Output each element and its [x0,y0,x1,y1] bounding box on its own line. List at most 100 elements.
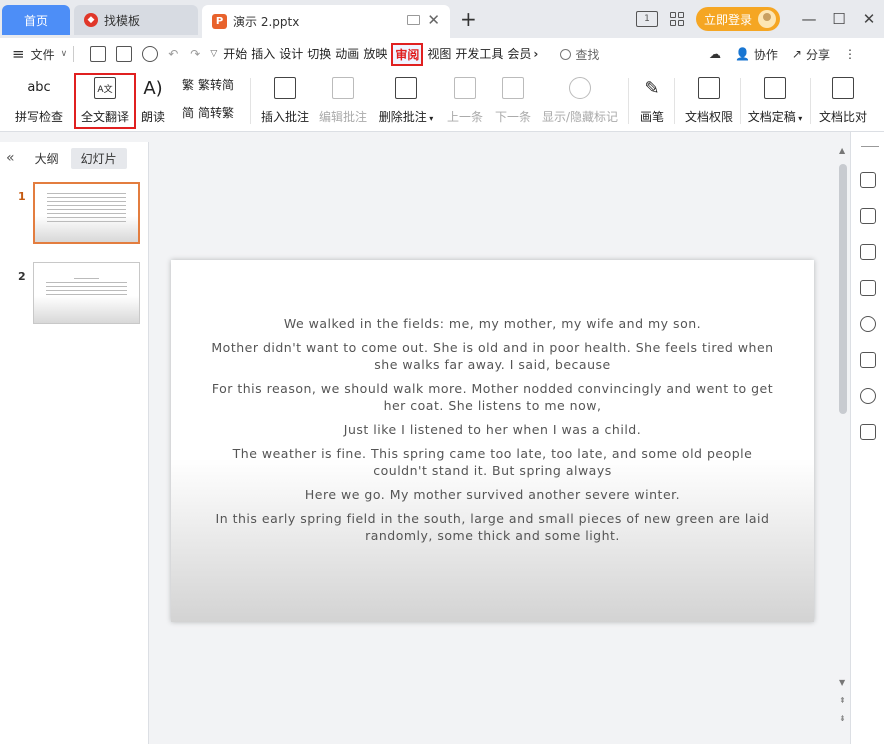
next-comment-button[interactable]: 下一条 [492,74,534,125]
read-aloud-label: 朗读 [140,110,165,124]
slide-text-box[interactable]: We walked in the fields: me, my mother, … [211,315,774,551]
collapse-panel-icon[interactable]: « [6,150,15,166]
spell-check-button[interactable]: abc 拼写检查 [8,74,70,125]
image-icon[interactable] [860,352,876,368]
doc-permission-icon [682,74,736,102]
next-slide-icon[interactable]: ⇟ [839,714,846,723]
doc-compare-icon [816,74,870,102]
redo-icon[interactable]: ↷ [190,47,200,61]
convert-icon[interactable] [860,280,876,296]
close-window-button[interactable]: ✕ [854,10,884,28]
slide-thumbnail-1[interactable] [33,182,140,244]
more-options-icon[interactable]: ⋮ [844,47,856,61]
search-icon [560,48,572,60]
pen-icon: ✎ [644,77,660,99]
slide-canvas[interactable]: We walked in the fields: me, my mother, … [150,142,836,744]
delete-comment-button[interactable]: 删除批注 ▾ [376,74,436,125]
search-button[interactable]: 查找 [560,46,599,63]
close-tab-icon[interactable]: ✕ [427,11,440,29]
read-aloud-icon: A) [143,77,163,99]
settings-sliders-icon[interactable] [860,208,876,224]
tab-find-template-label: 找模板 [104,13,141,28]
tab-document[interactable]: P 演示 2.pptx ✕ [202,5,450,38]
tab-slideshow[interactable]: 放映 [363,43,387,66]
divider [73,46,75,62]
edit-comment-button[interactable]: 编辑批注 [316,74,370,125]
maximize-button[interactable]: ☐ [824,10,854,28]
tab-developer[interactable]: 开发工具 [455,43,503,66]
delete-comment-icon [376,74,436,102]
doc-finalize-label: 文档定稿 ▾ [747,110,803,124]
apps-grid-icon[interactable] [669,12,684,26]
spell-check-label: 拼写检查 [14,110,63,124]
menu-icon[interactable]: ≡ [12,45,25,63]
star-icon[interactable] [860,244,876,260]
undo-icon[interactable]: ↶ [168,47,178,61]
layout-icon[interactable]: 1 [635,11,658,27]
vertical-scrollbar[interactable]: ▲ ▼ ⇞ ⇟ [836,142,850,744]
quick-access-chevron-icon[interactable]: ▽ [210,49,217,59]
tab-home[interactable]: 首页 [2,5,70,35]
login-button[interactable]: 立即登录 [695,7,780,31]
show-hide-markup-label: 显示/隐藏标记 [541,110,619,124]
new-tab-button[interactable]: + [460,7,477,31]
trad-to-simp-button[interactable]: 繁繁转简 [182,74,244,94]
show-hide-markup-button[interactable]: 显示/隐藏标记 [540,74,620,125]
translate-button[interactable]: A文 全文翻译 [76,74,134,125]
slide-thumbnail-2[interactable] [33,262,140,324]
tab-document-label: 演示 2.pptx [233,15,300,29]
doc-finalize-icon [744,74,806,102]
prev-comment-icon [444,74,486,102]
chevron-down-icon[interactable]: ∨ [61,49,68,59]
insert-comment-button[interactable]: 插入批注 [258,74,312,125]
collab-icon: 👤 [734,47,750,61]
rocket-icon[interactable] [860,172,876,188]
scrollbar-thumb[interactable] [839,164,847,414]
tab-start[interactable]: 开始 [223,43,247,66]
collab-button[interactable]: 👤 协作 [735,46,778,63]
edit-comment-label: 编辑批注 [318,110,367,124]
minimize-button[interactable]: — [794,10,824,28]
share-icon: ↗ [791,47,802,61]
tab-design[interactable]: 设计 [279,43,303,66]
tab-review[interactable]: 审阅 [391,42,424,66]
pen-button[interactable]: ✎ 画笔 [636,74,668,125]
doc-permission-label: 文档权限 [684,110,733,124]
tab-animation[interactable]: 动画 [335,43,359,66]
tab-insert[interactable]: 插入 [251,43,275,66]
next-comment-icon [492,74,534,102]
simp-to-trad-button[interactable]: 简简转繁 [182,102,244,122]
current-slide[interactable]: We walked in the fields: me, my mother, … [171,260,814,622]
tab-slides[interactable]: 幻灯片 [70,147,127,169]
doc-permission-button[interactable]: 文档权限 [682,74,736,125]
preview-icon[interactable] [142,46,159,62]
lightning-icon[interactable] [860,388,876,404]
window-mode-icon[interactable] [407,15,420,25]
tab-transition[interactable]: 切换 [307,43,331,66]
tab-view[interactable]: 视图 [427,43,451,66]
help-icon[interactable] [860,316,876,332]
tab-member[interactable]: 会员 [507,43,531,66]
book-search-icon[interactable] [860,424,876,440]
scroll-down-icon[interactable]: ▼ [839,678,845,687]
doc-compare-button[interactable]: 文档比对 [816,74,870,125]
eye-icon [540,74,620,102]
simp-to-trad-icon: 简 [182,105,195,120]
prev-comment-button[interactable]: 上一条 [444,74,486,125]
share-label: 分享 [805,47,830,62]
file-menu[interactable]: 文件 [31,46,55,63]
prev-slide-icon[interactable]: ⇞ [839,696,846,705]
more-tabs-chevron-icon[interactable]: › [533,47,538,61]
print-icon[interactable] [116,46,133,62]
slide-paragraph: Mother didn't want to come out. She is o… [211,340,774,372]
prev-comment-label: 上一条 [446,110,483,124]
read-aloud-button[interactable]: A) 朗读 [138,74,168,125]
tab-find-template[interactable]: ◆ 找模板 [74,5,198,35]
doc-finalize-button[interactable]: 文档定稿 ▾ [744,74,806,125]
avatar [758,10,776,28]
cloud-sync-icon[interactable]: ☁ [709,47,721,61]
save-icon[interactable] [90,46,107,62]
share-button[interactable]: ↗ 分享 [792,46,830,63]
tab-outline[interactable]: 大纲 [35,150,59,167]
scroll-up-icon[interactable]: ▲ [839,146,845,155]
